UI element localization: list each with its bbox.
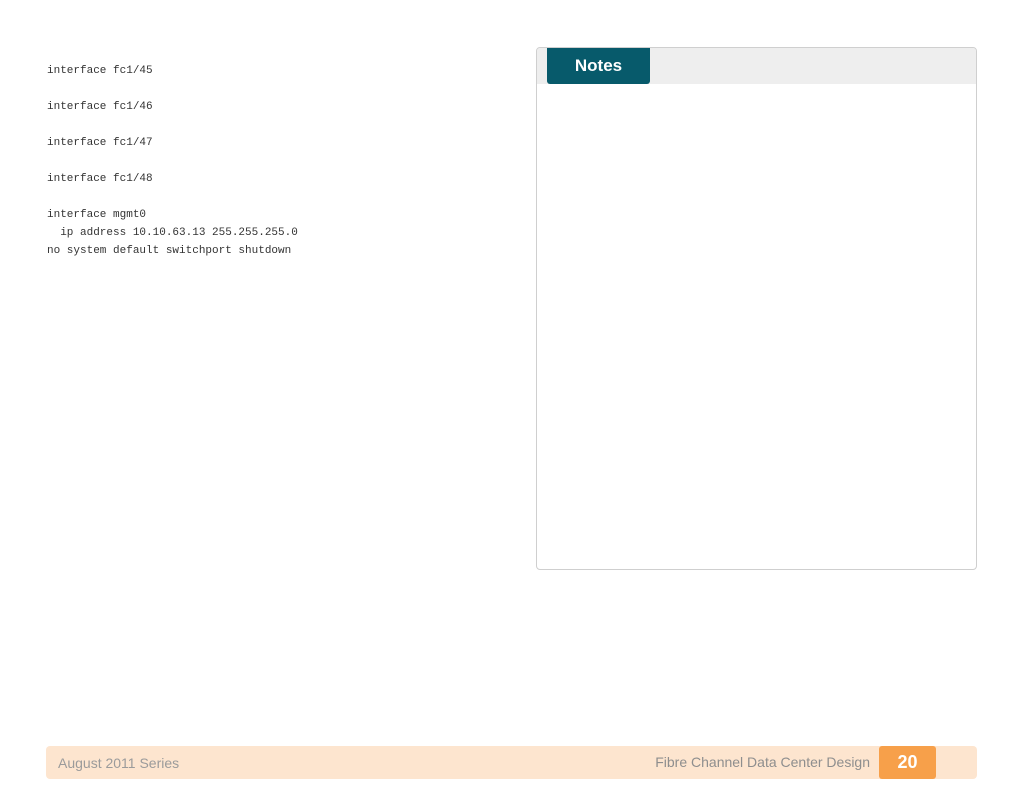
code-line: interface mgmt0	[47, 209, 147, 221]
footer-doc-title: Fibre Channel Data Center Design	[655, 754, 870, 770]
code-line: ip address 10.10.63.13 255.255.255.0	[47, 227, 298, 239]
notes-body	[537, 84, 976, 569]
page-footer: August 2011 Series Fibre Channel Data Ce…	[46, 746, 977, 779]
code-line: interface fc1/47	[47, 137, 153, 149]
code-line: no system default switchport shutdown	[47, 245, 292, 257]
page-number-badge: 20	[879, 746, 936, 779]
code-line: interface fc1/45	[47, 65, 153, 77]
code-line: interface fc1/46	[47, 101, 153, 113]
notes-tab: Notes	[547, 48, 650, 84]
config-code-listing: interface fc1/45 interface fc1/46 interf…	[47, 62, 507, 260]
code-line: interface fc1/48	[47, 173, 153, 185]
notes-panel: Notes	[536, 47, 977, 570]
notes-header-bar: Notes	[537, 48, 976, 84]
footer-series: August 2011 Series	[58, 755, 180, 771]
